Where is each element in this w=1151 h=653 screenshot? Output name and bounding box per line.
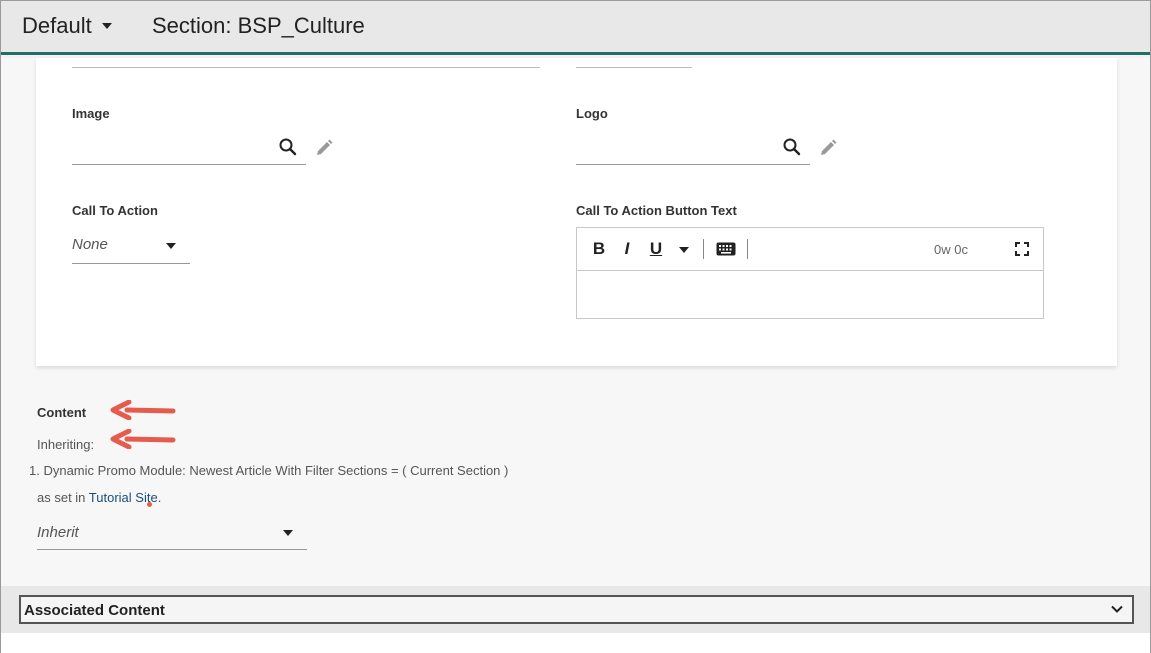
annotation-arrow-icon bbox=[110, 400, 176, 420]
annotation-arrow-icon bbox=[110, 429, 176, 449]
underline-button[interactable]: U bbox=[646, 238, 666, 260]
field-underline bbox=[576, 67, 692, 68]
chevron-down-icon bbox=[1111, 605, 1123, 613]
form-card: Image Logo Call To Action None Call To A… bbox=[36, 58, 1117, 366]
page-title: Section: BSP_Culture bbox=[152, 13, 365, 38]
logo-label: Logo bbox=[576, 106, 608, 121]
content-type-dropdown[interactable]: Default bbox=[22, 13, 112, 39]
as-set-in-prefix: as set in bbox=[37, 490, 89, 505]
fullscreen-icon[interactable] bbox=[1013, 238, 1031, 260]
content-type-label: Default bbox=[22, 13, 92, 38]
cta-select[interactable]: None bbox=[72, 228, 190, 264]
keyboard-icon[interactable] bbox=[714, 238, 738, 260]
inheriting-label: Inheriting: bbox=[37, 437, 95, 452]
footer-strip bbox=[1, 633, 1150, 653]
content-label: Content bbox=[37, 405, 87, 420]
rte-body[interactable] bbox=[577, 272, 1043, 318]
caret-down-icon bbox=[679, 246, 689, 253]
as-set-in-text: as set in Tutorial Site. bbox=[37, 490, 161, 505]
cta-button-text-label: Call To Action Button Text bbox=[576, 203, 737, 218]
content-inherit-value: Inherit bbox=[37, 524, 79, 541]
as-set-in-suffix: . bbox=[157, 490, 162, 505]
toolbar-divider bbox=[703, 239, 704, 259]
annotation-dot bbox=[147, 502, 152, 507]
caret-down-icon bbox=[166, 243, 176, 249]
pencil-icon[interactable] bbox=[817, 137, 839, 159]
search-icon[interactable] bbox=[277, 136, 299, 158]
bold-button[interactable]: B bbox=[589, 238, 609, 260]
cta-label: Call To Action bbox=[72, 203, 158, 218]
rte-toolbar: B I U 0w 0c bbox=[577, 228, 1043, 271]
content-inherit-select[interactable]: Inherit bbox=[37, 518, 307, 550]
pencil-icon[interactable] bbox=[313, 137, 335, 159]
associated-content-toggle[interactable]: Associated Content bbox=[19, 595, 1134, 624]
more-formatting-dropdown[interactable] bbox=[673, 238, 691, 260]
toolbar-divider bbox=[747, 239, 748, 259]
inherited-item: 1. Dynamic Promo Module: Newest Article … bbox=[29, 463, 509, 478]
word-count: 0w 0c bbox=[934, 242, 968, 257]
caret-down-icon bbox=[283, 530, 293, 536]
logo-field[interactable] bbox=[576, 133, 810, 165]
caret-down-icon bbox=[101, 23, 112, 29]
associated-content-section: Associated Content bbox=[1, 586, 1150, 633]
field-underline bbox=[72, 67, 540, 68]
search-icon[interactable] bbox=[781, 136, 803, 158]
image-label: Image bbox=[72, 106, 110, 121]
image-field[interactable] bbox=[72, 133, 306, 165]
italic-button[interactable]: I bbox=[617, 238, 637, 260]
associated-content-title: Associated Content bbox=[24, 602, 165, 619]
cta-select-value: None bbox=[72, 236, 108, 253]
top-header: Default Section: BSP_Culture bbox=[1, 1, 1150, 55]
form-page: Image Logo Call To Action None Call To A… bbox=[1, 58, 1150, 586]
rich-text-editor: B I U 0w 0c bbox=[576, 227, 1044, 319]
